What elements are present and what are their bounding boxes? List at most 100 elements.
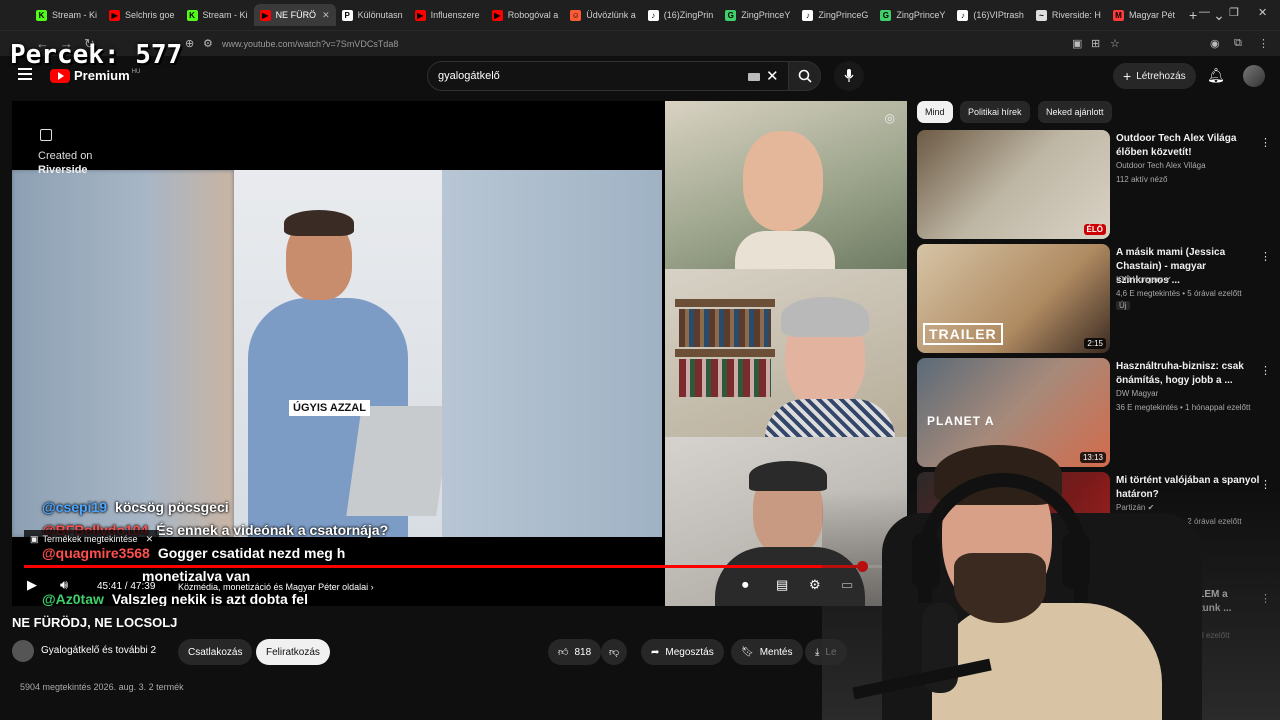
tab-favicon-icon: M <box>1112 9 1124 21</box>
recommendation-meta: 4,6 E megtekintés • 5 órával ezelőtt <box>1116 289 1242 298</box>
recommendation-channel[interactable]: IGN Hungary ✔ <box>1116 275 1172 284</box>
browser-tab[interactable]: ▶ NE FÜRÖ ✕ <box>253 4 336 26</box>
recommendation-title[interactable]: Outdoor Tech Alex Világa élőben közvetít… <box>1116 132 1261 160</box>
save-button[interactable]: 🔖︎ Mentés <box>731 639 803 665</box>
browser-menu-icon[interactable]: ⋮ <box>1258 37 1269 50</box>
dislike-button[interactable]: 👎︎ <box>601 639 628 665</box>
products-chip[interactable]: ▣ Termékek megtekintése ✕ <box>24 530 160 548</box>
thumbnail-overlay-text: TRAILER <box>923 323 1003 345</box>
browser-tab[interactable]: K Stream - Ki <box>30 4 103 26</box>
settings-icon[interactable]: ◎ <box>885 111 895 125</box>
tune-icon[interactable]: ⚙ <box>203 37 213 50</box>
like-button[interactable]: 👍︎ 818 <box>548 639 602 665</box>
plus-icon: + <box>1123 68 1132 84</box>
tab-label: (16)VIPtrash <box>973 10 1024 20</box>
maximize-icon[interactable]: ❐ <box>1229 6 1239 19</box>
channel-name[interactable]: Gyalogátkelő és további 2 <box>41 645 156 656</box>
participant-cam-woman: ◎ <box>665 101 907 269</box>
bookmark-star-icon[interactable]: ☆ <box>1110 37 1120 50</box>
tab-favicon-icon: G <box>880 9 892 21</box>
subscribe-button[interactable]: Feliratkozás <box>256 639 330 665</box>
recommendation-item[interactable]: TRAILER 2:15 A másik mami (Jessica Chastai… <box>917 244 1277 354</box>
live-badge: ÉLŐ <box>1083 224 1106 235</box>
volume-icon[interactable]: 🔊︎ <box>60 577 68 593</box>
tab-label: NE FÜRÖ <box>275 10 317 20</box>
create-button[interactable]: + Létrehozás <box>1113 63 1196 89</box>
more-actions-icon[interactable]: ⋮ <box>1260 250 1271 263</box>
subtitles-icon[interactable]: ▤ <box>776 577 788 593</box>
search-button[interactable] <box>789 61 821 91</box>
browser-tab[interactable]: G ZingPrinceY <box>719 4 796 26</box>
browser-tab[interactable]: ☺ Üdvözlünk a <box>564 4 642 26</box>
recommendation-thumbnail[interactable]: TRAILER 2:15 <box>917 244 1110 353</box>
video-player[interactable]: ÚGYIS AZZAL Created on Riverside ◎ @csep… <box>12 101 907 606</box>
bookshelf <box>675 349 775 357</box>
browser-tab[interactable]: ♪ (16)VIPtrash <box>951 4 1030 26</box>
clear-search-icon[interactable]: ✕ <box>766 67 779 85</box>
chip-recommended[interactable]: Neked ajánlott <box>1038 101 1112 123</box>
speaker-hair <box>284 210 354 236</box>
search-input[interactable]: gyalogátkelő ✕ <box>427 61 789 91</box>
browser-tab[interactable]: ♪ ZingPrinceG <box>796 4 874 26</box>
url-field[interactable]: www.youtube.com/watch?v=7SmVDCsTda8 <box>222 39 398 49</box>
recommendation-title[interactable]: Használtruha-biznisz: csak önámítás, hog… <box>1116 360 1261 388</box>
channel-avatar[interactable] <box>12 640 34 662</box>
recommendation-channel[interactable]: Outdoor Tech Alex Világa <box>1116 161 1206 170</box>
recommendation-thumbnail[interactable]: ÉLŐ <box>917 130 1110 239</box>
settings-gear-icon[interactable]: ⚙ <box>809 577 821 593</box>
bookshelf <box>675 299 775 307</box>
install-icon[interactable]: ⊞ <box>1091 37 1100 50</box>
progress-bar[interactable] <box>24 561 898 572</box>
join-button[interactable]: Csatlakozás <box>178 639 253 665</box>
download-icon: ⤓ <box>815 646 820 658</box>
voice-search-button[interactable] <box>834 61 864 91</box>
youtube-play-icon <box>50 68 70 83</box>
tab-favicon-icon: ▶ <box>109 9 121 21</box>
chapter-title[interactable]: Közmédia, monetizáció és Magyar Péter ol… <box>178 582 374 592</box>
browser-tab[interactable]: P Különutasn <box>336 4 409 26</box>
minimize-icon[interactable]: — <box>1199 6 1210 18</box>
recommendation-channel[interactable]: DW Magyar <box>1116 389 1158 398</box>
browser-tab[interactable]: G ZingPrinceY <box>874 4 951 26</box>
share-icon: ➦ <box>651 646 660 658</box>
more-actions-icon[interactable]: ⋮ <box>1260 364 1271 377</box>
headphone-ear-left <box>912 533 940 589</box>
account-avatar[interactable] <box>1243 65 1265 87</box>
notifications-bell-icon[interactable]: 🔔︎ <box>1207 67 1225 84</box>
keyboard-icon[interactable] <box>748 73 760 81</box>
chip-all[interactable]: Mind <box>917 101 953 123</box>
chat-text: És ennek a videónak a csatornája? <box>156 522 389 538</box>
extensions-icon[interactable]: ⧉ <box>1234 37 1242 50</box>
browser-tab[interactable]: K Stream - Ki <box>181 4 254 26</box>
recommendation-item[interactable]: ÉLŐ Outdoor Tech Alex Világa élőben közve… <box>917 130 1277 240</box>
browser-tab[interactable]: ▶ Robogóval a <box>486 4 565 26</box>
chat-text: Gogger csatidat nezd meg h <box>157 545 346 561</box>
join-label: Csatlakozás <box>188 646 243 658</box>
participant-shirt <box>735 231 835 269</box>
browser-tab[interactable]: ▶ Selchris goe <box>103 4 181 26</box>
browser-tab[interactable]: ▶ Influenszere <box>409 4 486 26</box>
youtube-logo[interactable]: Premium HU <box>50 68 140 83</box>
profile-icon[interactable]: ◉ <box>1210 37 1220 50</box>
browser-tab[interactable]: ♪ (16)ZingPrin <box>642 4 720 26</box>
browser-tab[interactable]: M Magyar Pét <box>1107 4 1181 26</box>
close-window-icon[interactable]: ✕ <box>1258 6 1267 19</box>
riverside-watermark: Created on Riverside <box>38 129 92 178</box>
browser-tab[interactable]: ~ Riverside: H <box>1030 4 1107 26</box>
close-tab-icon[interactable]: ✕ <box>322 10 330 21</box>
screen-icon[interactable]: ▣ <box>1072 37 1082 50</box>
more-actions-icon[interactable]: ⋮ <box>1260 136 1271 149</box>
play-icon[interactable]: ▶ <box>27 577 37 593</box>
books <box>679 309 771 347</box>
chip-politics[interactable]: Politikai hírek <box>960 101 1030 123</box>
clip-frame: ÚGYIS AZZAL <box>234 170 452 537</box>
tab-favicon-icon: G <box>725 9 737 21</box>
share-button[interactable]: ➦ Megosztás <box>641 639 724 665</box>
logo-text: Premium <box>74 68 130 83</box>
streamer-webcam <box>822 433 1280 720</box>
address-bar: ← → ↻ ⊕ ⚙ www.youtube.com/watch?v=7SmVDC… <box>0 30 1280 56</box>
close-products-icon[interactable]: ✕ <box>146 534 154 545</box>
site-info-icon[interactable]: ⊕ <box>185 37 194 50</box>
share-label: Megosztás <box>665 646 714 658</box>
autoplay-toggle[interactable]: ⏺ <box>742 577 749 593</box>
